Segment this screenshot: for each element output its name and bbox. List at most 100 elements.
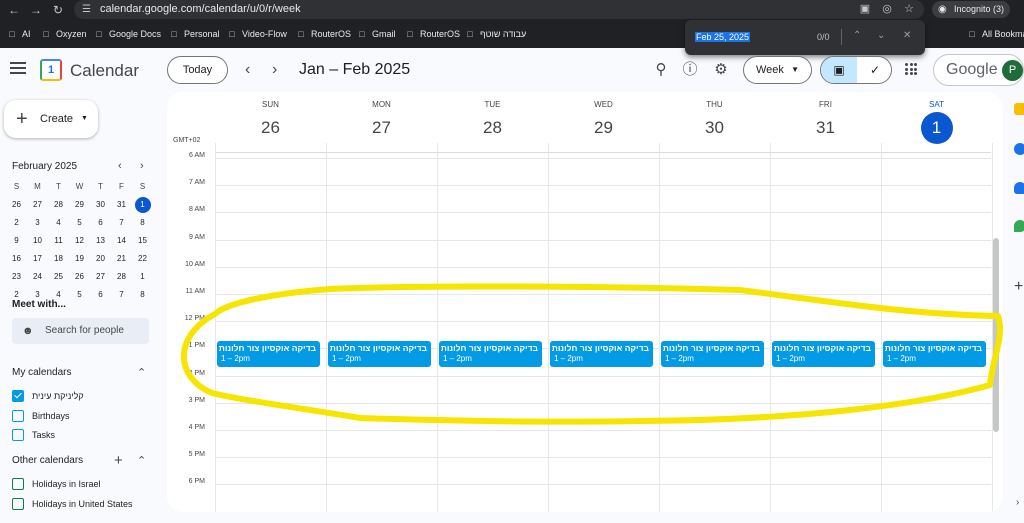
incognito-badge[interactable]: ◉ Incognito (3) xyxy=(932,1,1010,18)
reload-icon[interactable]: ↻ xyxy=(50,2,66,18)
mini-day[interactable]: 12 xyxy=(69,232,90,250)
mini-day[interactable]: 27 xyxy=(27,196,48,214)
find-close-icon[interactable]: ✕ xyxy=(903,30,911,41)
bookmark-star-icon[interactable]: ☆ xyxy=(902,2,916,16)
mini-day[interactable]: 28 xyxy=(111,268,132,286)
mini-day[interactable]: 8 xyxy=(132,286,153,304)
find-prev-icon[interactable]: ⌃ xyxy=(853,30,861,41)
day-date[interactable]: 28 xyxy=(477,112,509,144)
mini-day[interactable]: 1 xyxy=(132,196,153,214)
scrollbar[interactable] xyxy=(993,238,999,432)
avatar[interactable]: P xyxy=(1002,60,1023,81)
bookmark-item[interactable]: □ Video-Flow xyxy=(226,27,287,41)
day-date[interactable]: 31 xyxy=(810,112,842,144)
mini-day[interactable]: 17 xyxy=(27,250,48,268)
calendar-event[interactable]: בדיקה אוקסיון צור חלונות 1 – 2pm xyxy=(439,341,542,368)
bookmark-item[interactable]: □ RouterOS xyxy=(404,27,460,41)
mini-day[interactable]: 8 xyxy=(132,214,153,232)
mini-day[interactable]: 4 xyxy=(48,214,69,232)
mini-day[interactable]: 5 xyxy=(69,214,90,232)
bookmark-item[interactable]: □ Google Docs xyxy=(93,27,161,41)
mini-day[interactable]: 24 xyxy=(27,268,48,286)
mini-day[interactable]: 26 xyxy=(6,196,27,214)
day-date[interactable]: 29 xyxy=(588,112,620,144)
eye-slash-icon[interactable]: ◎ xyxy=(880,2,894,16)
mini-day[interactable]: 1 xyxy=(132,268,153,286)
keep-icon[interactable] xyxy=(1014,103,1024,115)
mini-day[interactable]: 16 xyxy=(6,250,27,268)
day-header[interactable]: MON 27 xyxy=(326,92,437,150)
create-button[interactable]: + Create ▼ xyxy=(4,100,98,138)
bookmark-item[interactable]: □ RouterOS xyxy=(295,27,351,41)
search-people-input[interactable]: ☻ Search for people xyxy=(12,318,149,344)
account-switcher[interactable]: Google P xyxy=(933,54,1024,86)
mini-day[interactable]: 31 xyxy=(111,196,132,214)
calendar-event[interactable]: בדיקה אוקסיון צור חלונות 1 – 2pm xyxy=(661,341,764,368)
calendar-checkbox[interactable] xyxy=(12,478,24,490)
day-header[interactable]: SUN 26 xyxy=(215,92,326,150)
day-header[interactable]: SAT 1 xyxy=(881,92,992,150)
calendar-event[interactable]: בדיקה אוקסיון צור חלונות 1 – 2pm xyxy=(883,341,986,368)
mini-day[interactable]: 13 xyxy=(90,232,111,250)
view-selector[interactable]: Week ▼ xyxy=(743,56,812,84)
time-grid[interactable]: בדיקה אוקסיון צור חלונות 1 – 2pm בדיקה אוק… xyxy=(215,143,993,512)
find-next-icon[interactable]: ⌄ xyxy=(877,30,885,41)
mini-day[interactable]: 20 xyxy=(90,250,111,268)
day-date[interactable]: 1 xyxy=(920,112,953,144)
mini-day[interactable]: 10 xyxy=(27,232,48,250)
mini-day[interactable]: 5 xyxy=(69,286,90,304)
my-calendars-title[interactable]: My calendars xyxy=(12,367,71,378)
bookmark-item[interactable]: □ AI xyxy=(6,27,30,41)
bookmark-item[interactable]: □ עבודה שוטף xyxy=(464,27,526,41)
mini-day[interactable]: 25 xyxy=(48,268,69,286)
mini-day[interactable]: 11 xyxy=(48,232,69,250)
other-calendars-title[interactable]: Other calendars xyxy=(12,455,83,466)
mini-day[interactable]: 19 xyxy=(69,250,90,268)
mini-day[interactable]: 22 xyxy=(132,250,153,268)
day-header[interactable]: TUE 28 xyxy=(437,92,548,150)
bookmark-item[interactable]: □ Gmail xyxy=(356,27,395,41)
day-header[interactable]: FRI 31 xyxy=(770,92,881,150)
contacts-icon[interactable] xyxy=(1014,182,1024,194)
mini-day[interactable]: 29 xyxy=(69,196,90,214)
forward-icon[interactable]: → xyxy=(28,2,44,18)
extension-icon[interactable]: ▣ xyxy=(858,2,872,16)
mini-day[interactable]: 26 xyxy=(69,268,90,286)
apps-icon[interactable] xyxy=(905,63,917,75)
mini-day[interactable]: 2 xyxy=(6,214,27,232)
mini-day[interactable]: 18 xyxy=(48,250,69,268)
find-input[interactable]: Feb 25, 2025 xyxy=(695,32,751,42)
chevron-up-icon[interactable]: ⌃ xyxy=(137,454,146,467)
mini-day[interactable]: 7 xyxy=(111,214,132,232)
settings-icon[interactable]: ⚙ xyxy=(712,61,730,79)
calendar-event[interactable]: בדיקה אוקסיון צור חלונות 1 – 2pm xyxy=(772,341,875,368)
mini-day[interactable]: 6 xyxy=(90,286,111,304)
calendar-checkbox[interactable] xyxy=(12,497,24,510)
day-date[interactable]: 27 xyxy=(366,112,398,144)
mini-day[interactable]: 21 xyxy=(111,250,132,268)
url-input[interactable]: ☰ calendar.google.com/calendar/u/0/r/wee… xyxy=(74,0,924,19)
day-date[interactable]: 30 xyxy=(699,112,731,144)
back-icon[interactable]: ← xyxy=(6,2,22,18)
calendar-event[interactable]: בדיקה אוקסיון צור חלונות 1 – 2pm xyxy=(550,341,653,368)
mini-day[interactable]: 15 xyxy=(132,232,153,250)
calendar-checkbox[interactable] xyxy=(12,409,24,422)
calendar-event[interactable]: בדיקה אוקסיון צור חלונות 1 – 2pm xyxy=(217,341,320,368)
maps-icon[interactable] xyxy=(1014,220,1024,232)
tasks-icon[interactable] xyxy=(1014,143,1024,155)
calendar-event[interactable]: בדיקה אוקסיון צור חלונות 1 – 2pm xyxy=(328,341,431,368)
mini-day[interactable]: 27 xyxy=(90,268,111,286)
mini-day[interactable]: 14 xyxy=(111,232,132,250)
side-panel-toggle-icon[interactable]: › xyxy=(1016,497,1019,508)
mini-day[interactable]: 23 xyxy=(6,268,27,286)
menu-icon[interactable] xyxy=(10,62,26,76)
calendar-checkbox[interactable] xyxy=(12,390,24,402)
mini-day[interactable]: 6 xyxy=(90,214,111,232)
mini-day[interactable]: 3 xyxy=(27,214,48,232)
bookmark-item[interactable]: □ Oxyzen xyxy=(40,27,86,41)
tasks-view-icon[interactable]: ✓ xyxy=(857,57,891,83)
mini-day[interactable]: 7 xyxy=(111,286,132,304)
calendar-view-icon[interactable]: ▣ xyxy=(821,57,857,83)
mini-next-icon[interactable]: › xyxy=(140,160,144,172)
chevron-up-icon[interactable]: ⌃ xyxy=(137,366,146,379)
